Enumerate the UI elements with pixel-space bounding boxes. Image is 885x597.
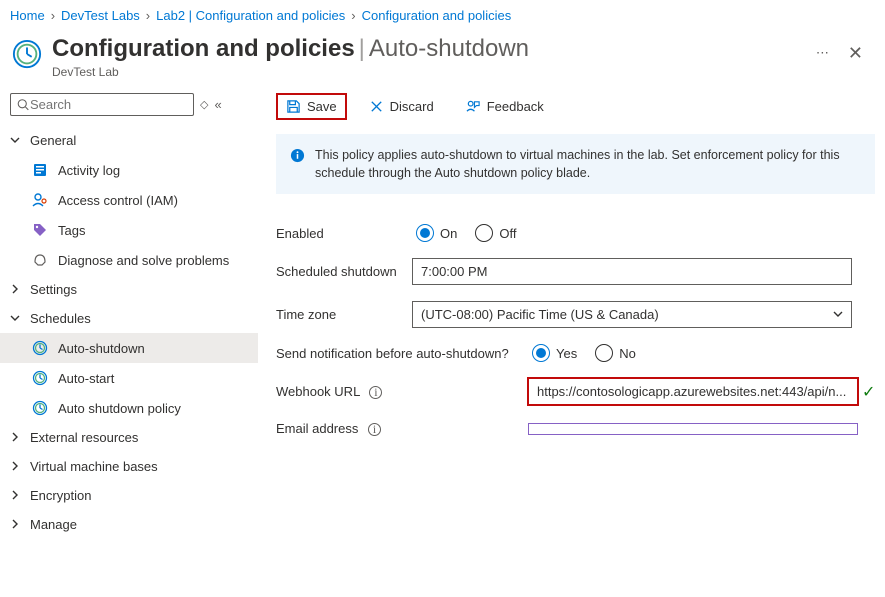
- chevron-right-icon: [10, 517, 22, 532]
- save-button[interactable]: Save: [276, 93, 347, 120]
- enabled-on-radio[interactable]: On: [416, 224, 457, 242]
- close-button[interactable]: ✕: [840, 35, 873, 64]
- main-content: Save Discard Feedback This policy applie…: [258, 87, 885, 539]
- save-icon: [286, 99, 301, 114]
- chevron-down-icon: [10, 311, 22, 326]
- sidebar-item-access-control[interactable]: Access control (IAM): [0, 185, 258, 215]
- chevron-right-icon: ›: [351, 8, 355, 23]
- nav-group-schedules[interactable]: Schedules: [0, 304, 258, 333]
- chevron-right-icon: ›: [51, 8, 55, 23]
- webhook-label: Webhook URL i: [276, 384, 528, 399]
- chevron-right-icon: [10, 459, 22, 474]
- search-icon: [17, 98, 30, 112]
- sidebar-item-auto-start[interactable]: Auto-start: [0, 363, 258, 393]
- chevron-right-icon: [10, 430, 22, 445]
- webhook-input[interactable]: https://contosologicapp.azurewebsites.ne…: [528, 378, 858, 405]
- scheduled-input[interactable]: 7:00:00 PM: [412, 258, 852, 285]
- page-title: Configuration and policies|Auto-shutdown: [52, 35, 529, 63]
- info-icon[interactable]: i: [368, 423, 381, 436]
- breadcrumb-home[interactable]: Home: [10, 8, 45, 23]
- nav-group-encryption[interactable]: Encryption: [0, 481, 258, 510]
- info-box: This policy applies auto-shutdown to vir…: [276, 134, 875, 194]
- chevron-down-icon: [833, 307, 843, 322]
- page-subtitle: DevTest Lab: [52, 65, 529, 79]
- collapse-sidebar-icon[interactable]: «: [214, 97, 221, 112]
- chevron-right-icon: ›: [146, 8, 150, 23]
- info-icon[interactable]: i: [369, 386, 382, 399]
- nav-group-settings[interactable]: Settings: [0, 275, 258, 304]
- toolbar: Save Discard Feedback: [276, 87, 875, 134]
- breadcrumb-devtestlabs[interactable]: DevTest Labs: [61, 8, 140, 23]
- notify-radio-group: Yes No: [532, 344, 636, 362]
- sidebar-item-auto-shutdown[interactable]: Auto-shutdown: [0, 333, 258, 363]
- notify-yes-radio[interactable]: Yes: [532, 344, 577, 362]
- tags-icon: [32, 222, 48, 238]
- breadcrumb: Home › DevTest Labs › Lab2 | Configurati…: [0, 0, 885, 31]
- activity-log-icon: [32, 162, 48, 178]
- sidebar-item-activity-log[interactable]: Activity log: [0, 155, 258, 185]
- more-button[interactable]: ⋯: [806, 35, 840, 61]
- sidebar-item-diagnose[interactable]: Diagnose and solve problems: [0, 245, 258, 275]
- notify-no-radio[interactable]: No: [595, 344, 636, 362]
- nav-group-external[interactable]: External resources: [0, 423, 258, 452]
- enabled-label: Enabled: [276, 226, 412, 241]
- sidebar-item-tags[interactable]: Tags: [0, 215, 258, 245]
- chevron-down-icon: [10, 133, 22, 148]
- feedback-button[interactable]: Feedback: [456, 93, 554, 120]
- access-control-icon: [32, 192, 48, 208]
- info-text: This policy applies auto-shutdown to vir…: [315, 146, 861, 182]
- email-label: Email address i: [276, 421, 528, 436]
- sort-icon[interactable]: ◇: [200, 98, 208, 111]
- page-header: Configuration and policies|Auto-shutdown…: [0, 31, 885, 87]
- search-input[interactable]: [10, 93, 194, 116]
- clock-icon: [32, 400, 48, 416]
- clock-icon: [12, 39, 42, 69]
- info-icon: [290, 148, 305, 166]
- discard-icon: [369, 99, 384, 114]
- nav-group-general[interactable]: General: [0, 126, 258, 155]
- email-input[interactable]: [528, 423, 858, 435]
- breadcrumb-config[interactable]: Configuration and policies: [362, 8, 512, 23]
- sidebar: ◇ « General Activity log Access control …: [0, 87, 258, 539]
- check-icon: ✓: [862, 382, 875, 402]
- chevron-right-icon: [10, 488, 22, 503]
- diagnose-icon: [32, 252, 48, 268]
- feedback-icon: [466, 99, 481, 114]
- enabled-off-radio[interactable]: Off: [475, 224, 516, 242]
- clock-icon: [32, 370, 48, 386]
- sidebar-item-auto-shutdown-policy[interactable]: Auto shutdown policy: [0, 393, 258, 423]
- discard-button[interactable]: Discard: [359, 93, 444, 120]
- nav-group-vm-bases[interactable]: Virtual machine bases: [0, 452, 258, 481]
- timezone-select[interactable]: (UTC-08:00) Pacific Time (US & Canada): [412, 301, 852, 328]
- scheduled-label: Scheduled shutdown: [276, 264, 412, 279]
- notify-label: Send notification before auto-shutdown?: [276, 346, 528, 361]
- nav-group-manage[interactable]: Manage: [0, 510, 258, 539]
- breadcrumb-lab2[interactable]: Lab2 | Configuration and policies: [156, 8, 345, 23]
- clock-icon: [32, 340, 48, 356]
- timezone-label: Time zone: [276, 307, 412, 322]
- chevron-right-icon: [10, 282, 22, 297]
- enabled-radio-group: On Off: [416, 224, 516, 242]
